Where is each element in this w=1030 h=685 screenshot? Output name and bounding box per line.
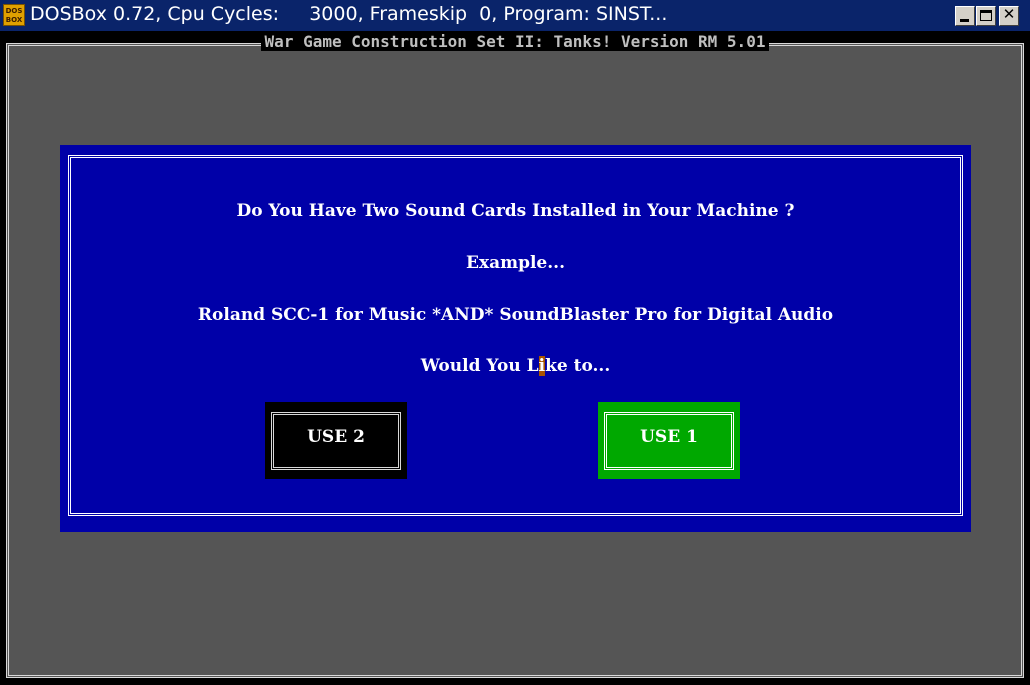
minimize-button[interactable] [955,6,975,26]
close-icon: ✕ [1002,5,1016,23]
app-title: War Game Construction Set II: Tanks! Ver… [0,32,1030,59]
maximize-icon [980,10,992,21]
close-button[interactable]: ✕ [999,5,1019,26]
sound-card-dialog: Do You Have Two Sound Cards Installed in… [60,145,971,532]
app-title-text: War Game Construction Set II: Tanks! Ver… [260,32,770,51]
dosbox-app-icon[interactable]: DOS BOX [3,4,25,26]
maximize-button[interactable] [976,6,996,26]
use-2-button[interactable]: USE 2 [265,402,407,479]
window-title: DOSBox 0.72, Cpu Cycles: 3000, Frameskip… [30,3,668,25]
dialog-example-detail: Roland SCC-1 for Music *AND* SoundBlaste… [197,305,834,325]
use-1-button[interactable]: USE 1 [598,402,740,479]
dialog-prompt: Would You Like to... [60,356,971,376]
prompt-text-start: Would You L [420,356,539,376]
window-titlebar[interactable]: DOS BOX DOSBox 0.72, Cpu Cycles: 3000, F… [0,0,1030,31]
dialog-question: Do You Have Two Sound Cards Installed in… [236,201,795,221]
icon-text-top: DOS [5,7,23,15]
minimize-icon [960,19,969,22]
prompt-text-end: ke to... [545,356,611,376]
dialog-example-heading: Example... [465,253,565,273]
icon-text-bottom: BOX [5,16,23,24]
use-1-button-label: USE 1 [640,427,698,447]
use-2-button-label: USE 2 [307,427,365,447]
dos-screen: War Game Construction Set II: Tanks! Ver… [0,31,1030,685]
